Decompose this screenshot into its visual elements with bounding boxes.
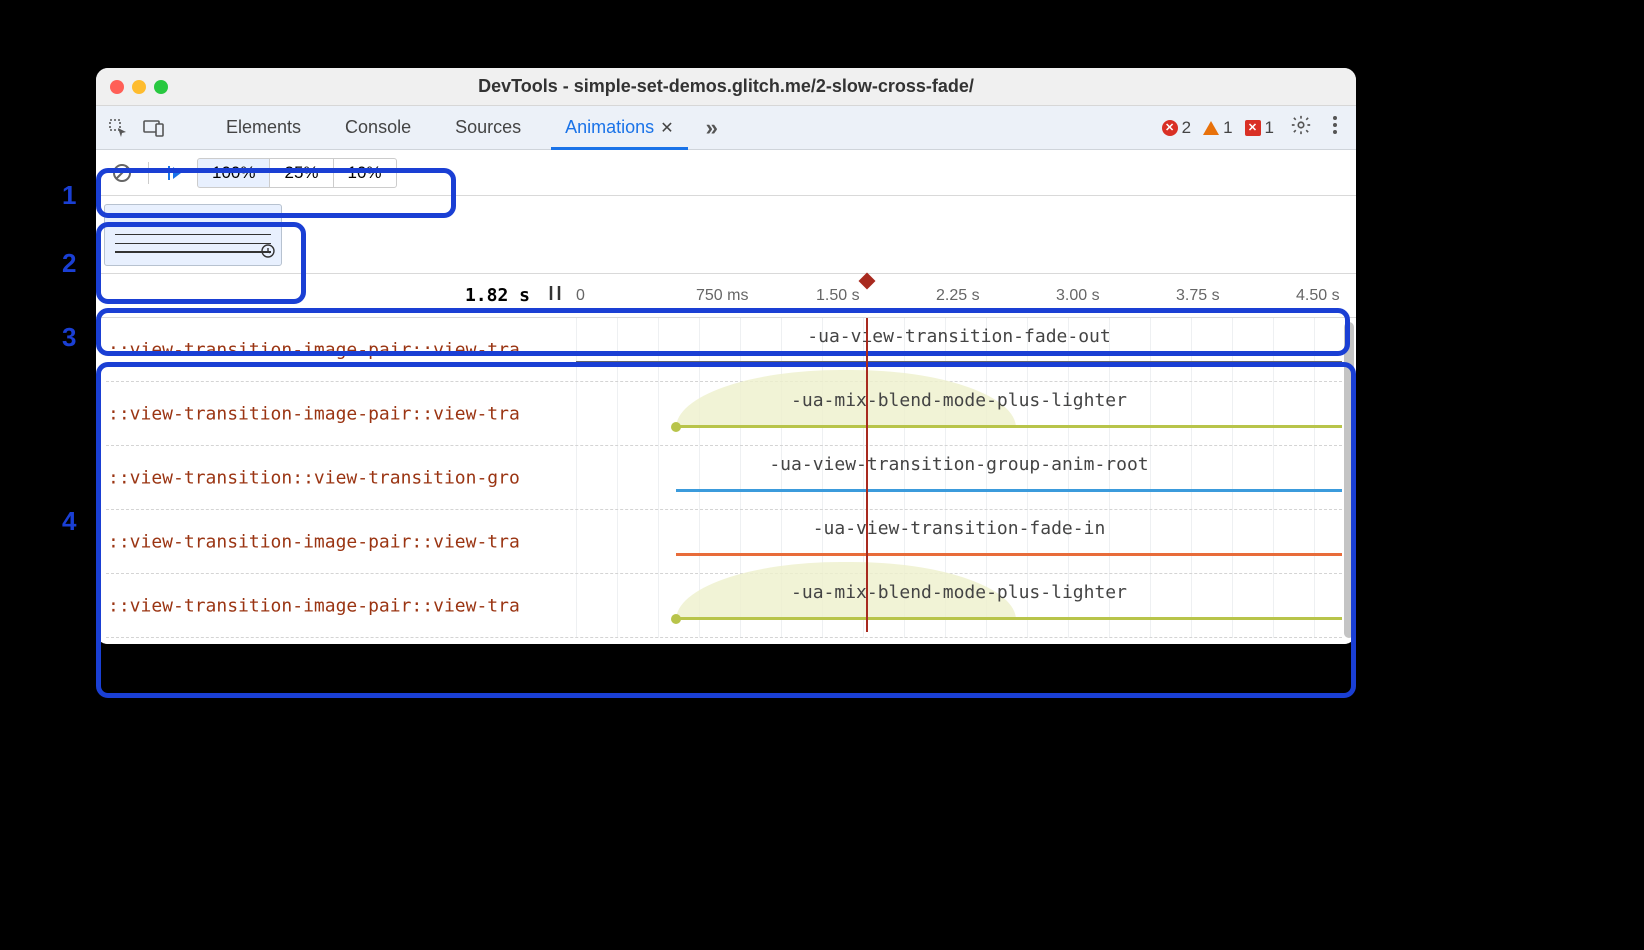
warning-count[interactable]: 1: [1203, 118, 1232, 138]
track-animation-name: -ua-mix-blend-mode-plus-lighter: [576, 390, 1342, 411]
clock-icon: [261, 244, 275, 261]
track-timeline[interactable]: -ua-view-transition-fade-in: [576, 510, 1342, 574]
warning-icon: [1203, 121, 1219, 135]
tab-animations-label: Animations: [565, 117, 654, 138]
titlebar: DevTools - simple-set-demos.glitch.me/2-…: [96, 68, 1356, 106]
traffic-lights: [110, 80, 168, 94]
issues-count[interactable]: ✕ 1: [1245, 118, 1274, 138]
track-element-name[interactable]: ::view-transition-image-pair::view-tra: [108, 340, 576, 361]
ruler-tick: 0: [576, 287, 585, 305]
speed-group: 100% 25% 10%: [197, 158, 397, 188]
animation-group-thumb[interactable]: [104, 204, 282, 266]
track-element-name[interactable]: ::view-transition-image-pair::view-tra: [108, 404, 576, 425]
track-duration-bar[interactable]: [676, 425, 1342, 428]
animation-track[interactable]: ::view-transition-image-pair::view-tra-u…: [96, 382, 1356, 446]
close-icon[interactable]: ✕: [660, 118, 673, 138]
pause-icon[interactable]: [546, 284, 564, 307]
gear-icon[interactable]: [1286, 110, 1316, 145]
playhead-line: [866, 318, 868, 632]
tracks-area: ::view-transition-image-pair::view-tra-u…: [96, 318, 1356, 644]
inspect-icon[interactable]: [104, 114, 132, 142]
speed-25[interactable]: 25%: [269, 158, 333, 188]
timeline-header[interactable]: 1.82 s 0 750 ms 1.50 s 2.25 s 3.00 s 3.75 s 4.…: [96, 274, 1356, 318]
track-duration-bar[interactable]: [676, 553, 1342, 556]
zoom-window-button[interactable]: [154, 80, 168, 94]
track-timeline[interactable]: -ua-mix-blend-mode-plus-lighter: [576, 382, 1342, 446]
device-toolbar-icon[interactable]: [140, 114, 168, 142]
issues-icon: ✕: [1245, 120, 1261, 136]
animation-track[interactable]: ::view-transition-image-pair::view-tra-u…: [96, 510, 1356, 574]
animation-toolbar: 100% 25% 10%: [96, 150, 1356, 196]
scrollbar-thumb[interactable]: [1344, 322, 1354, 638]
animation-track[interactable]: ::view-transition-image-pair::view-tra-u…: [96, 318, 1356, 382]
animation-track[interactable]: ::view-transition::view-transition-gro-u…: [96, 446, 1356, 510]
keyframe-dot[interactable]: [671, 614, 681, 624]
close-window-button[interactable]: [110, 80, 124, 94]
track-animation-name: -ua-view-transition-fade-out: [576, 326, 1342, 347]
tabs-overflow-icon[interactable]: »: [700, 115, 724, 141]
ruler-tick: 4.50 s: [1296, 287, 1340, 305]
window-title: DevTools - simple-set-demos.glitch.me/2-…: [96, 76, 1356, 97]
ruler-tick: 3.00 s: [1056, 287, 1100, 305]
track-timeline[interactable]: -ua-view-transition-group-anim-root: [576, 446, 1342, 510]
speed-100[interactable]: 100%: [197, 158, 270, 188]
track-duration-bar[interactable]: [676, 489, 1342, 492]
tab-elements[interactable]: Elements: [208, 106, 319, 150]
tab-animations[interactable]: Animations ✕: [547, 106, 691, 150]
error-icon: ✕: [1162, 120, 1178, 136]
playhead-marker[interactable]: [859, 273, 876, 290]
track-element-name[interactable]: ::view-transition::view-transition-gro: [108, 468, 576, 489]
play-pause-icon[interactable]: [157, 157, 193, 189]
speed-10[interactable]: 10%: [333, 158, 397, 188]
track-duration-bar[interactable]: [576, 361, 1342, 364]
more-icon[interactable]: [1328, 111, 1342, 144]
ruler-tick: 3.75 s: [1176, 287, 1220, 305]
animation-track[interactable]: ::view-transition-image-pair::view-tra-u…: [96, 574, 1356, 638]
track-element-name[interactable]: ::view-transition-image-pair::view-tra: [108, 532, 576, 553]
current-time: 1.82 s: [465, 285, 530, 306]
track-animation-name: -ua-view-transition-group-anim-root: [576, 454, 1342, 475]
track-timeline[interactable]: -ua-view-transition-fade-out: [576, 318, 1342, 382]
minimize-window-button[interactable]: [132, 80, 146, 94]
keyframe-dot[interactable]: [671, 422, 681, 432]
callout-3: 3: [62, 322, 76, 353]
track-duration-bar[interactable]: [676, 617, 1342, 620]
status-group: ✕ 2 1 ✕ 1: [1162, 110, 1348, 145]
devtools-window: DevTools - simple-set-demos.glitch.me/2-…: [96, 68, 1356, 644]
track-element-name[interactable]: ::view-transition-image-pair::view-tra: [108, 596, 576, 617]
ruler-tick: 750 ms: [696, 287, 748, 305]
track-animation-name: -ua-view-transition-fade-in: [576, 518, 1342, 539]
tab-console[interactable]: Console: [327, 106, 429, 150]
callout-2: 2: [62, 248, 76, 279]
track-animation-name: -ua-mix-blend-mode-plus-lighter: [576, 582, 1342, 603]
tab-strip: Elements Console Sources Animations ✕ » …: [96, 106, 1356, 150]
tab-sources[interactable]: Sources: [437, 106, 539, 150]
ruler-tick: 1.50 s: [816, 287, 860, 305]
ruler-tick: 2.25 s: [936, 287, 980, 305]
error-count[interactable]: ✕ 2: [1162, 118, 1191, 138]
track-timeline[interactable]: -ua-mix-blend-mode-plus-lighter: [576, 574, 1342, 638]
clear-icon[interactable]: [104, 157, 140, 189]
callout-4: 4: [62, 506, 76, 537]
callout-1: 1: [62, 180, 76, 211]
timeline-ruler[interactable]: 0 750 ms 1.50 s 2.25 s 3.00 s 3.75 s 4.50 s: [576, 274, 1356, 317]
buffer-row: [96, 196, 1356, 274]
